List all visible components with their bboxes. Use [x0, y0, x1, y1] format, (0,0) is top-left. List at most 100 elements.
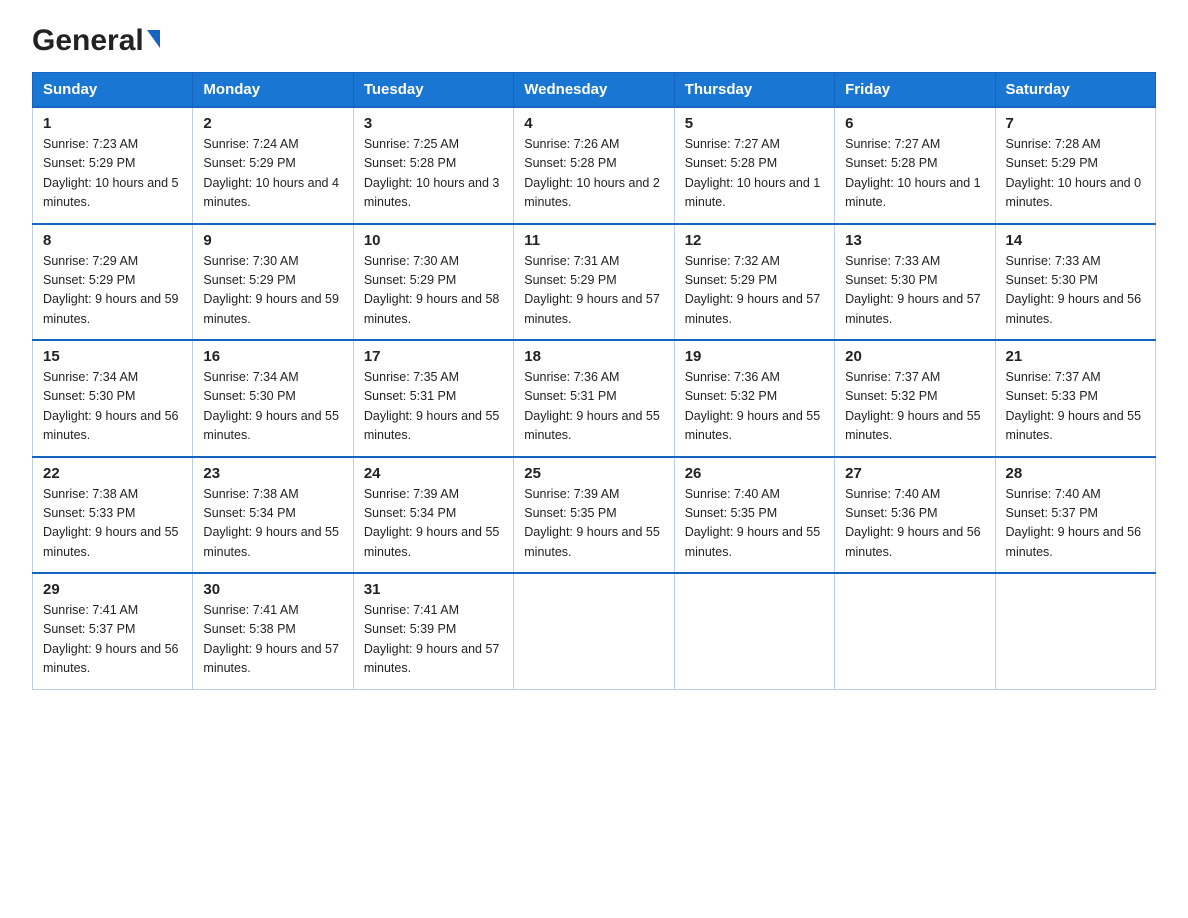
- calendar-cell: 4 Sunrise: 7:26 AMSunset: 5:28 PMDayligh…: [514, 107, 674, 224]
- day-number: 12: [685, 232, 824, 249]
- week-row-1: 1 Sunrise: 7:23 AMSunset: 5:29 PMDayligh…: [33, 107, 1156, 224]
- day-info: Sunrise: 7:30 AMSunset: 5:29 PMDaylight:…: [364, 252, 503, 330]
- day-info: Sunrise: 7:41 AMSunset: 5:37 PMDaylight:…: [43, 601, 182, 679]
- calendar-cell: 9 Sunrise: 7:30 AMSunset: 5:29 PMDayligh…: [193, 224, 353, 341]
- calendar-cell: 5 Sunrise: 7:27 AMSunset: 5:28 PMDayligh…: [674, 107, 834, 224]
- weekday-header-sunday: Sunday: [33, 73, 193, 108]
- calendar-cell: 15 Sunrise: 7:34 AMSunset: 5:30 PMDaylig…: [33, 340, 193, 457]
- day-number: 10: [364, 232, 503, 249]
- calendar-cell: 7 Sunrise: 7:28 AMSunset: 5:29 PMDayligh…: [995, 107, 1155, 224]
- calendar-cell: 12 Sunrise: 7:32 AMSunset: 5:29 PMDaylig…: [674, 224, 834, 341]
- logo: General: [32, 24, 160, 54]
- weekday-header-wednesday: Wednesday: [514, 73, 674, 108]
- day-info: Sunrise: 7:37 AMSunset: 5:33 PMDaylight:…: [1006, 368, 1145, 446]
- day-info: Sunrise: 7:41 AMSunset: 5:39 PMDaylight:…: [364, 601, 503, 679]
- day-number: 20: [845, 348, 984, 365]
- day-number: 4: [524, 115, 663, 132]
- weekday-header-monday: Monday: [193, 73, 353, 108]
- day-number: 23: [203, 465, 342, 482]
- day-info: Sunrise: 7:38 AMSunset: 5:34 PMDaylight:…: [203, 485, 342, 563]
- calendar-cell: 23 Sunrise: 7:38 AMSunset: 5:34 PMDaylig…: [193, 457, 353, 574]
- day-number: 29: [43, 581, 182, 598]
- day-info: Sunrise: 7:39 AMSunset: 5:35 PMDaylight:…: [524, 485, 663, 563]
- week-row-5: 29 Sunrise: 7:41 AMSunset: 5:37 PMDaylig…: [33, 573, 1156, 689]
- calendar-cell: [835, 573, 995, 689]
- day-info: Sunrise: 7:40 AMSunset: 5:36 PMDaylight:…: [845, 485, 984, 563]
- day-number: 30: [203, 581, 342, 598]
- page-header: General: [32, 24, 1156, 54]
- calendar-cell: [995, 573, 1155, 689]
- day-number: 24: [364, 465, 503, 482]
- day-info: Sunrise: 7:27 AMSunset: 5:28 PMDaylight:…: [685, 135, 824, 213]
- day-info: Sunrise: 7:30 AMSunset: 5:29 PMDaylight:…: [203, 252, 342, 330]
- day-info: Sunrise: 7:34 AMSunset: 5:30 PMDaylight:…: [43, 368, 182, 446]
- day-number: 13: [845, 232, 984, 249]
- calendar-cell: 1 Sunrise: 7:23 AMSunset: 5:29 PMDayligh…: [33, 107, 193, 224]
- calendar-cell: 19 Sunrise: 7:36 AMSunset: 5:32 PMDaylig…: [674, 340, 834, 457]
- day-number: 21: [1006, 348, 1145, 365]
- day-number: 8: [43, 232, 182, 249]
- day-number: 22: [43, 465, 182, 482]
- calendar-cell: 2 Sunrise: 7:24 AMSunset: 5:29 PMDayligh…: [193, 107, 353, 224]
- calendar-cell: 14 Sunrise: 7:33 AMSunset: 5:30 PMDaylig…: [995, 224, 1155, 341]
- calendar-cell: 25 Sunrise: 7:39 AMSunset: 5:35 PMDaylig…: [514, 457, 674, 574]
- day-info: Sunrise: 7:28 AMSunset: 5:29 PMDaylight:…: [1006, 135, 1145, 213]
- day-number: 27: [845, 465, 984, 482]
- day-info: Sunrise: 7:27 AMSunset: 5:28 PMDaylight:…: [845, 135, 984, 213]
- calendar-cell: 21 Sunrise: 7:37 AMSunset: 5:33 PMDaylig…: [995, 340, 1155, 457]
- calendar-table: SundayMondayTuesdayWednesdayThursdayFrid…: [32, 72, 1156, 690]
- weekday-header-friday: Friday: [835, 73, 995, 108]
- day-number: 2: [203, 115, 342, 132]
- calendar-cell: 11 Sunrise: 7:31 AMSunset: 5:29 PMDaylig…: [514, 224, 674, 341]
- day-number: 14: [1006, 232, 1145, 249]
- calendar-cell: 26 Sunrise: 7:40 AMSunset: 5:35 PMDaylig…: [674, 457, 834, 574]
- weekday-header-tuesday: Tuesday: [353, 73, 513, 108]
- day-number: 11: [524, 232, 663, 249]
- day-number: 17: [364, 348, 503, 365]
- week-row-4: 22 Sunrise: 7:38 AMSunset: 5:33 PMDaylig…: [33, 457, 1156, 574]
- day-info: Sunrise: 7:24 AMSunset: 5:29 PMDaylight:…: [203, 135, 342, 213]
- day-info: Sunrise: 7:36 AMSunset: 5:32 PMDaylight:…: [685, 368, 824, 446]
- day-number: 6: [845, 115, 984, 132]
- calendar-cell: 3 Sunrise: 7:25 AMSunset: 5:28 PMDayligh…: [353, 107, 513, 224]
- day-number: 1: [43, 115, 182, 132]
- day-number: 25: [524, 465, 663, 482]
- weekday-header-row: SundayMondayTuesdayWednesdayThursdayFrid…: [33, 73, 1156, 108]
- day-number: 18: [524, 348, 663, 365]
- calendar-cell: 10 Sunrise: 7:30 AMSunset: 5:29 PMDaylig…: [353, 224, 513, 341]
- calendar-cell: 22 Sunrise: 7:38 AMSunset: 5:33 PMDaylig…: [33, 457, 193, 574]
- day-info: Sunrise: 7:40 AMSunset: 5:35 PMDaylight:…: [685, 485, 824, 563]
- calendar-cell: 17 Sunrise: 7:35 AMSunset: 5:31 PMDaylig…: [353, 340, 513, 457]
- week-row-3: 15 Sunrise: 7:34 AMSunset: 5:30 PMDaylig…: [33, 340, 1156, 457]
- day-info: Sunrise: 7:37 AMSunset: 5:32 PMDaylight:…: [845, 368, 984, 446]
- day-number: 3: [364, 115, 503, 132]
- day-info: Sunrise: 7:40 AMSunset: 5:37 PMDaylight:…: [1006, 485, 1145, 563]
- day-number: 26: [685, 465, 824, 482]
- day-number: 7: [1006, 115, 1145, 132]
- calendar-cell: [514, 573, 674, 689]
- day-info: Sunrise: 7:36 AMSunset: 5:31 PMDaylight:…: [524, 368, 663, 446]
- calendar-cell: 30 Sunrise: 7:41 AMSunset: 5:38 PMDaylig…: [193, 573, 353, 689]
- day-info: Sunrise: 7:34 AMSunset: 5:30 PMDaylight:…: [203, 368, 342, 446]
- day-info: Sunrise: 7:39 AMSunset: 5:34 PMDaylight:…: [364, 485, 503, 563]
- day-info: Sunrise: 7:25 AMSunset: 5:28 PMDaylight:…: [364, 135, 503, 213]
- calendar-cell: 16 Sunrise: 7:34 AMSunset: 5:30 PMDaylig…: [193, 340, 353, 457]
- day-info: Sunrise: 7:29 AMSunset: 5:29 PMDaylight:…: [43, 252, 182, 330]
- day-info: Sunrise: 7:35 AMSunset: 5:31 PMDaylight:…: [364, 368, 503, 446]
- calendar-cell: 29 Sunrise: 7:41 AMSunset: 5:37 PMDaylig…: [33, 573, 193, 689]
- day-number: 15: [43, 348, 182, 365]
- day-info: Sunrise: 7:23 AMSunset: 5:29 PMDaylight:…: [43, 135, 182, 213]
- calendar-cell: 6 Sunrise: 7:27 AMSunset: 5:28 PMDayligh…: [835, 107, 995, 224]
- weekday-header-saturday: Saturday: [995, 73, 1155, 108]
- day-number: 5: [685, 115, 824, 132]
- day-info: Sunrise: 7:41 AMSunset: 5:38 PMDaylight:…: [203, 601, 342, 679]
- day-info: Sunrise: 7:33 AMSunset: 5:30 PMDaylight:…: [1006, 252, 1145, 330]
- calendar-cell: 27 Sunrise: 7:40 AMSunset: 5:36 PMDaylig…: [835, 457, 995, 574]
- calendar-cell: [674, 573, 834, 689]
- day-number: 31: [364, 581, 503, 598]
- day-number: 28: [1006, 465, 1145, 482]
- day-info: Sunrise: 7:38 AMSunset: 5:33 PMDaylight:…: [43, 485, 182, 563]
- calendar-cell: 8 Sunrise: 7:29 AMSunset: 5:29 PMDayligh…: [33, 224, 193, 341]
- day-info: Sunrise: 7:26 AMSunset: 5:28 PMDaylight:…: [524, 135, 663, 213]
- day-info: Sunrise: 7:33 AMSunset: 5:30 PMDaylight:…: [845, 252, 984, 330]
